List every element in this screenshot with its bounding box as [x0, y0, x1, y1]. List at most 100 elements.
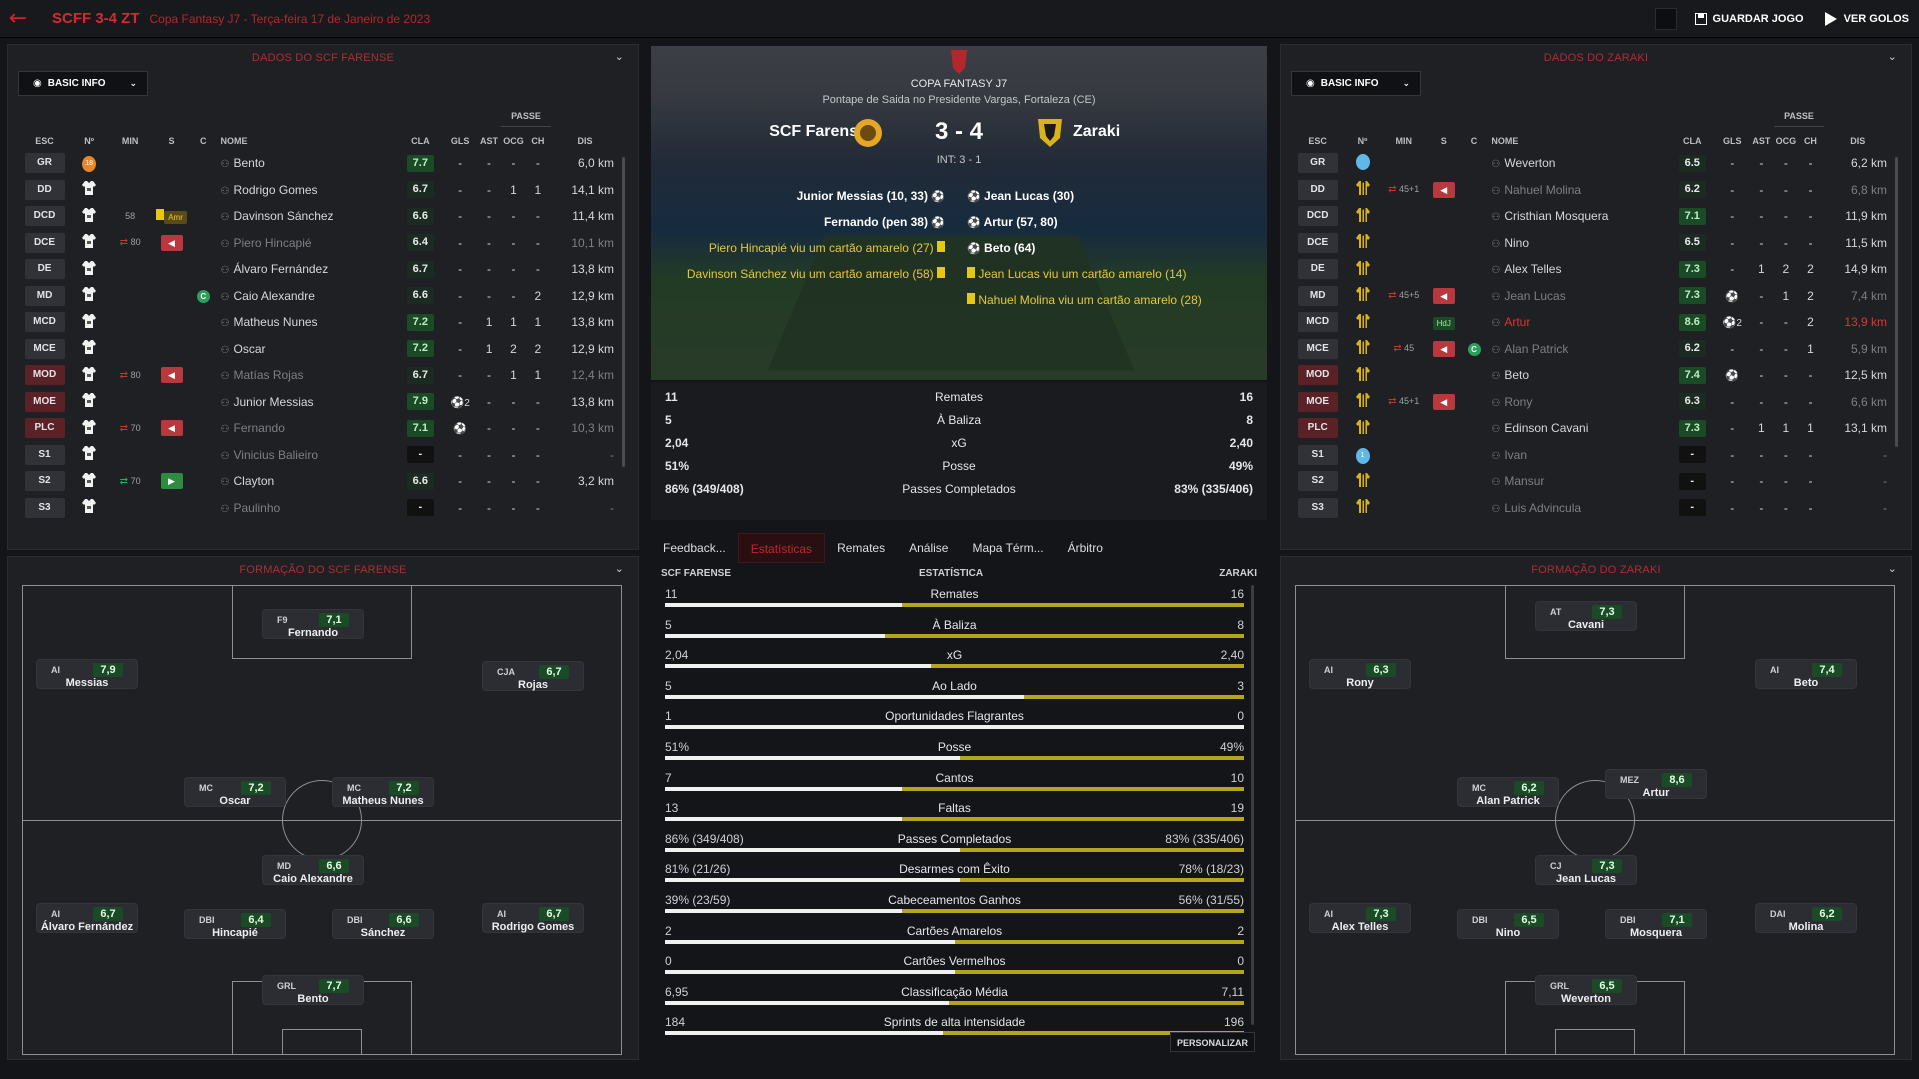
formation-player-card[interactable]: DBI 6,4 Hincapié [184, 909, 286, 939]
player-name[interactable]: Ivan [1504, 448, 1527, 462]
player-name[interactable]: Nino [1504, 236, 1529, 250]
chevron-down-icon[interactable]: ⌄ [1888, 562, 1897, 575]
player-name[interactable]: Cristhian Mosquera [1504, 209, 1608, 223]
column-header-ast[interactable]: AST [1749, 132, 1773, 150]
tab-feedback-[interactable]: Feedback... [651, 533, 738, 563]
scrollbar[interactable] [1895, 157, 1898, 447]
player-name[interactable]: Caio Alexandre [234, 289, 315, 303]
formation-player-card[interactable]: AI 7,9 Messias [36, 659, 138, 689]
column-header-nome[interactable]: NOME [1487, 132, 1669, 150]
formation-player-card[interactable]: AI 7,3 Alex Telles [1309, 903, 1411, 933]
player-name[interactable]: Davinson Sánchez [234, 209, 334, 223]
table-row[interactable]: MD ⇄ 45+5 ◀ ⚇ Jean Lucas 7.3 ⚽ -1 2 7,4 km [1291, 283, 1893, 310]
tab-estatísticas[interactable]: Estatísticas [737, 533, 826, 563]
table-row[interactable]: S1 ⚇ Vinicius Balieiro - - - - - - [18, 442, 620, 469]
column-header-c[interactable]: C [190, 132, 217, 150]
table-row[interactable]: DCE ⚇ Nino 6.5- - - -11,5 km [1291, 230, 1893, 257]
table-row[interactable]: MOD ⇄ 80 ◀ ⚇ Matías Rojas 6.7- -1 1 12,4 km [18, 362, 620, 389]
player-name[interactable]: Álvaro Fernández [234, 262, 329, 276]
chevron-down-icon[interactable]: ⌄ [615, 562, 624, 575]
formation-player-card[interactable]: CJ 7,3 Jean Lucas [1535, 855, 1637, 885]
formation-player-card[interactable]: F9 7,1 Fernando [262, 609, 364, 639]
scrollbar[interactable] [1251, 585, 1254, 1025]
tab-análise[interactable]: Análise [897, 533, 960, 563]
table-row[interactable]: S2 ⚇ Mansur - - - - - - [1291, 468, 1893, 495]
formation-player-card[interactable]: AT 7,3 Cavani [1535, 601, 1637, 631]
table-row[interactable]: MOE ⇄ 45+1 ◀ ⚇ Rony 6.3- - - -6,6 km [1291, 389, 1893, 416]
column-header-esc[interactable]: ESC [1291, 132, 1344, 150]
table-row[interactable]: MOD ⚇ Beto 7.4 ⚽ - - -12,5 km [1291, 362, 1893, 389]
basic-info-dropdown[interactable]: ◉ BASIC INFO ⌄ [18, 71, 148, 96]
player-name[interactable]: Alex Telles [1504, 262, 1561, 276]
player-name[interactable]: Artur [1504, 315, 1530, 329]
personalize-button[interactable]: PERSONALIZAR [1170, 1032, 1255, 1052]
column-header-min[interactable]: MIN [107, 132, 153, 150]
formation-player-card[interactable]: AI 6,7 Álvaro Fernández [36, 903, 138, 933]
column-header-ch[interactable]: CH [1798, 132, 1822, 150]
formation-player-card[interactable]: AI 6,3 Rony [1309, 659, 1411, 689]
player-name[interactable]: Jean Lucas [1504, 289, 1565, 303]
table-row[interactable]: GR ⚇ Weverton 6.5- - - -6,2 km [1291, 150, 1893, 177]
table-row[interactable]: PLC ⚇ Edinson Cavani 7.3-1 1 1 13,1 km [1291, 415, 1893, 442]
table-row[interactable]: MCE ⇄ 45 ◀ C ⚇ Alan Patrick 6.2- - -1 5,9 km [1291, 336, 1893, 363]
column-header-ast[interactable]: AST [477, 132, 501, 150]
formation-player-card[interactable]: DAI 6,2 Molina [1755, 903, 1857, 933]
column-header-gls[interactable]: GLS [443, 132, 477, 150]
toggle-square[interactable] [1654, 8, 1677, 30]
table-row[interactable]: DCD 58 Amr ⚇ Davinson Sánchez 6.6- - - -11,4 km [18, 203, 620, 230]
table-row[interactable]: MD C ⚇ Caio Alexandre 6.6- - -2 12,9 km [18, 283, 620, 310]
column-header-ch[interactable]: CH [526, 132, 550, 150]
player-name[interactable]: Paulinho [234, 501, 281, 515]
formation-player-card[interactable]: MC 7,2 Matheus Nunes [332, 777, 434, 807]
player-name[interactable]: Vinicius Balieiro [234, 448, 319, 462]
column-header-gls[interactable]: GLS [1715, 132, 1749, 150]
formation-player-card[interactable]: DBI 6,5 Nino [1457, 909, 1559, 939]
column-header-dis[interactable]: DIS [550, 132, 620, 150]
player-name[interactable]: Weverton [1504, 156, 1555, 170]
column-header-num[interactable]: Nº [1344, 132, 1380, 150]
player-name[interactable]: Oscar [234, 342, 266, 356]
formation-player-card[interactable]: MC 7,2 Oscar [184, 777, 286, 807]
formation-player-card[interactable]: GRL 6,5 Weverton [1535, 975, 1637, 1005]
player-name[interactable]: Matheus Nunes [234, 315, 318, 329]
save-game-button[interactable]: GUARDAR JOGO [1685, 5, 1814, 33]
formation-player-card[interactable]: DBI 6,6 Sánchez [332, 909, 434, 939]
player-name[interactable]: Edinson Cavani [1504, 421, 1588, 435]
player-name[interactable]: Junior Messias [234, 395, 314, 409]
scrollbar[interactable] [622, 157, 625, 467]
table-row[interactable]: DCD ⚇ Cristhian Mosquera 7.1- - - -11,9 km [1291, 203, 1893, 230]
player-name[interactable]: Nahuel Molina [1504, 183, 1581, 197]
formation-player-card[interactable]: DBI 7,1 Mosquera [1605, 909, 1707, 939]
column-header-cla[interactable]: CLA [397, 132, 443, 150]
formation-player-card[interactable]: MD 6,6 Caio Alexandre [262, 855, 364, 885]
player-name[interactable]: Clayton [234, 474, 275, 488]
table-row[interactable]: MCD HdJ ⚇ Artur 8.6 ⚽2- -2 13,9 km [1291, 309, 1893, 336]
table-row[interactable]: S3 ⚇ Paulinho - - - - - - [18, 495, 620, 522]
column-header-s[interactable]: S [1427, 132, 1461, 150]
player-name[interactable]: Bento [234, 156, 265, 170]
player-name[interactable]: Fernando [234, 421, 285, 435]
player-name[interactable]: Beto [1504, 368, 1529, 382]
table-row[interactable]: DD ⚇ Rodrigo Gomes 6.7- -1 1 14,1 km [18, 177, 620, 204]
player-name[interactable]: Matías Rojas [234, 368, 304, 382]
table-row[interactable]: S2 ⇄ 70 ▶ ⚇ Clayton 6.6- - - -3,2 km [18, 468, 620, 495]
table-row[interactable]: DE ⚇ Alex Telles 7.3-1 2 2 14,9 km [1291, 256, 1893, 283]
table-row[interactable]: PLC ⇄ 70 ◀ ⚇ Fernando 7.1 ⚽ - - -10,3 km [18, 415, 620, 442]
formation-player-card[interactable]: GRL 7,7 Bento [262, 975, 364, 1005]
formation-player-card[interactable]: AI 7,4 Beto [1755, 659, 1857, 689]
tab-mapa-térm-[interactable]: Mapa Térm... [960, 533, 1055, 563]
chevron-down-icon[interactable]: ⌄ [615, 50, 624, 63]
player-name[interactable]: Alan Patrick [1504, 342, 1568, 356]
formation-player-card[interactable]: CJA 6,7 Rojas [482, 661, 584, 691]
column-header-nome[interactable]: NOME [217, 132, 398, 150]
player-name[interactable]: Luis Advincula [1504, 501, 1581, 515]
table-row[interactable]: GR 18 ⚇ Bento 7.7- - - -6,0 km [18, 150, 620, 177]
back-arrow-icon[interactable]: ← [0, 6, 36, 31]
chevron-down-icon[interactable]: ⌄ [1888, 50, 1897, 63]
table-row[interactable]: S1 1 ⚇ Ivan - - - - - - [1291, 442, 1893, 469]
basic-info-dropdown[interactable]: ◉ BASIC INFO ⌄ [1291, 71, 1421, 96]
view-goals-button[interactable]: VER GOLOS [1814, 5, 1919, 33]
table-row[interactable]: MOE ⚇ Junior Messias 7.9 ⚽2- - -13,8 km [18, 389, 620, 416]
column-header-ocg[interactable]: OCG [1773, 132, 1798, 150]
formation-player-card[interactable]: AI 6,7 Rodrigo Gomes [482, 903, 584, 933]
